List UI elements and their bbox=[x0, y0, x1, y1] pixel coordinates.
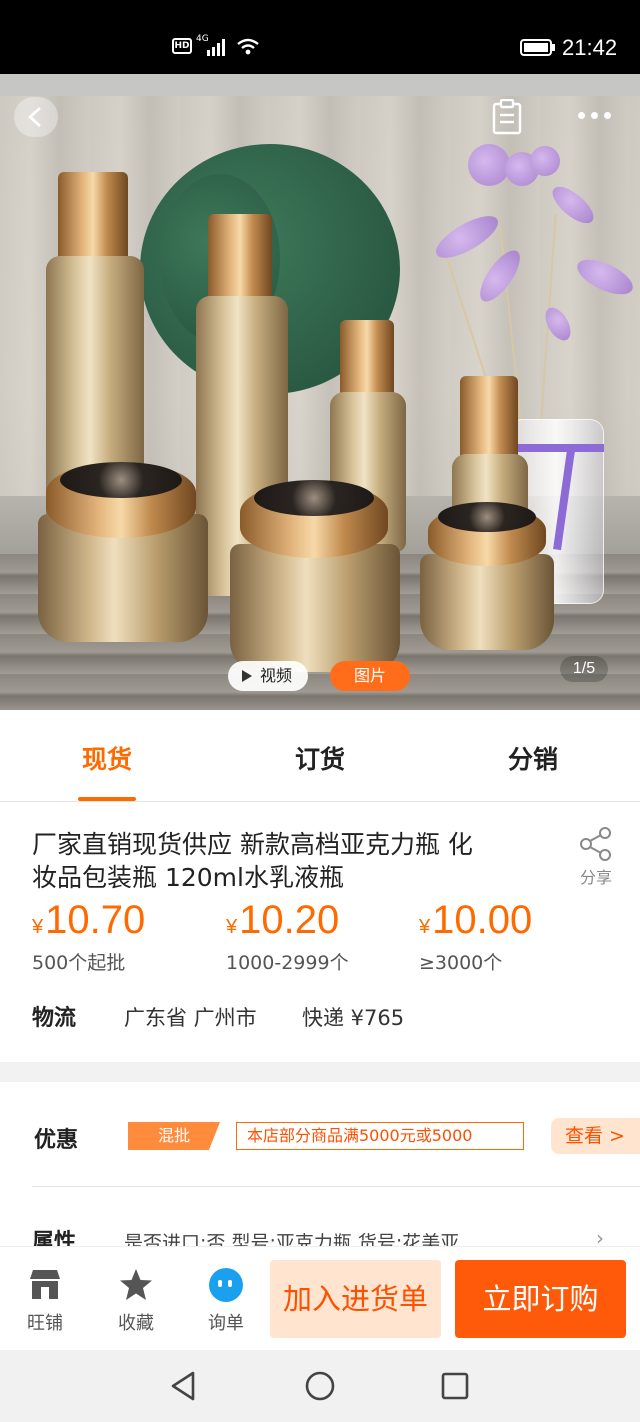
tab-distribution[interactable]: 分销 bbox=[473, 740, 593, 776]
nav-recents-icon[interactable] bbox=[441, 1372, 469, 1400]
battery-icon bbox=[520, 39, 555, 56]
inquiry-button[interactable]: 询单 bbox=[196, 1267, 256, 1335]
view-promo-button[interactable]: 查看 > bbox=[551, 1118, 640, 1154]
nav-back-icon[interactable] bbox=[168, 1370, 198, 1402]
chevron-right-icon: › bbox=[596, 1226, 604, 1246]
product-image[interactable] bbox=[0, 74, 640, 710]
mixed-batch-badge: 混批 bbox=[128, 1122, 220, 1150]
status-bar: HD 4G 21:42 bbox=[0, 0, 640, 74]
action-bar: 旺铺 收藏 询单 加入进货单 立即订购 bbox=[0, 1246, 640, 1350]
clipboard-icon bbox=[492, 98, 522, 135]
page-indicator: 1/5 bbox=[560, 656, 608, 682]
store-icon bbox=[30, 1270, 60, 1299]
buy-now-button[interactable]: 立即订购 bbox=[455, 1260, 626, 1338]
image-toggle[interactable]: 图片 bbox=[330, 661, 410, 691]
more-dots-icon bbox=[578, 112, 585, 119]
promo-label: 优惠 bbox=[34, 1128, 79, 1153]
price-tier-2: ¥10.20 bbox=[226, 898, 340, 942]
product-title: 厂家直销现货供应 新款高档亚克力瓶 化 妆品包装瓶 120ml水乳液瓶 bbox=[32, 830, 473, 892]
attributes-label: 属性 bbox=[32, 1230, 77, 1246]
clipboard-button[interactable] bbox=[490, 98, 526, 135]
hd-icon: HD bbox=[172, 38, 192, 54]
shop-button[interactable]: 旺铺 bbox=[15, 1267, 75, 1335]
wifi-icon bbox=[237, 38, 259, 55]
tab-order[interactable]: 订货 bbox=[260, 740, 380, 776]
share-label: 分享 bbox=[579, 868, 612, 887]
back-arrow-icon bbox=[28, 107, 41, 127]
star-icon bbox=[120, 1269, 152, 1300]
back-button[interactable] bbox=[14, 97, 58, 137]
share-button[interactable]: 分享 bbox=[572, 826, 620, 892]
price-tier-1: ¥10.70 bbox=[32, 898, 146, 942]
qty-tier-3: ≥3000个 bbox=[419, 952, 503, 974]
system-nav-bar bbox=[0, 1350, 640, 1422]
share-icon bbox=[580, 827, 611, 861]
attributes-row[interactable]: 属性 是否进口:否 型号:亚克力瓶 货号:花美亚 › bbox=[0, 1218, 640, 1246]
more-button[interactable] bbox=[574, 104, 614, 128]
section-gap bbox=[0, 1062, 640, 1082]
play-icon bbox=[242, 670, 252, 682]
qty-tier-1: 500个起批 bbox=[32, 952, 126, 974]
add-to-cart-button[interactable]: 加入进货单 bbox=[270, 1260, 441, 1338]
logistics-label: 物流 bbox=[32, 1006, 77, 1031]
video-label: 视频 bbox=[260, 666, 293, 685]
chat-bot-icon bbox=[209, 1268, 243, 1302]
attributes-summary: 是否进口:否 型号:亚克力瓶 货号:花美亚 bbox=[124, 1232, 460, 1246]
qty-tier-2: 1000-2999个 bbox=[226, 952, 349, 974]
divider bbox=[32, 1186, 640, 1187]
tab-bar: 现货 订货 分销 bbox=[0, 712, 640, 802]
logistics-shipping: 快递 ¥765 bbox=[302, 1006, 405, 1030]
logistics-location: 广东省 广州市 bbox=[124, 1006, 257, 1030]
active-tab-indicator bbox=[78, 797, 136, 801]
nav-home-icon[interactable] bbox=[304, 1370, 336, 1402]
favorite-button[interactable]: 收藏 bbox=[106, 1267, 166, 1335]
signal-icon bbox=[207, 39, 225, 56]
promo-text[interactable]: 本店部分商品满5000元或5000 bbox=[236, 1122, 524, 1150]
video-toggle[interactable]: 视频 bbox=[228, 661, 308, 691]
clock: 21:42 bbox=[562, 35, 618, 60]
tab-spot[interactable]: 现货 bbox=[47, 740, 167, 776]
price-tier-3: ¥10.00 bbox=[419, 898, 533, 942]
